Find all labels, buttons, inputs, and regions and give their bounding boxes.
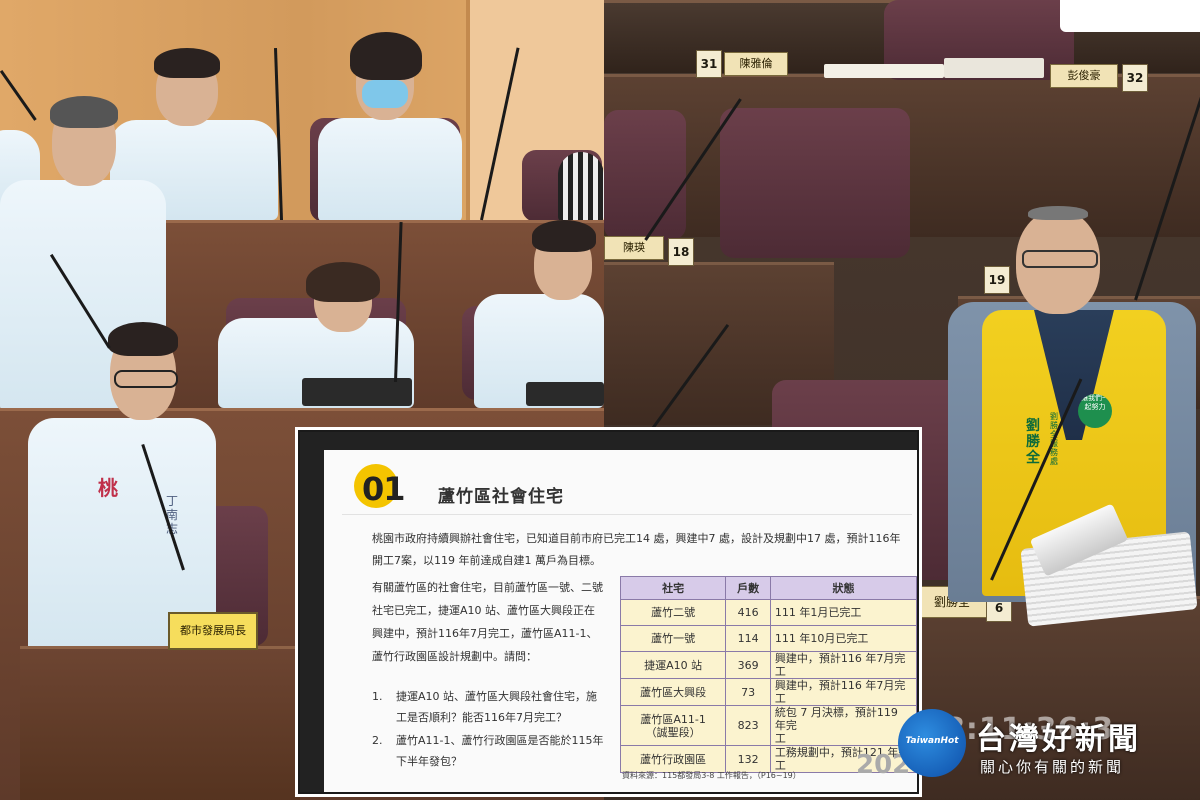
seat-number-plate: 32	[1122, 64, 1148, 92]
slide-top-border	[300, 432, 917, 450]
cell-line: 統包 7 月決標，預計119 年完	[774, 706, 898, 732]
vest-name-text: 劉勝全	[1026, 418, 1040, 466]
table-cell: 823	[725, 705, 771, 746]
person-middle-row-2	[474, 220, 604, 408]
question-text: 蘆竹A11-1、蘆竹行政園區是否能於115年 下半年發包？	[396, 730, 616, 772]
podium	[20, 646, 300, 800]
logo-slogan: 關心你有關的新聞	[980, 758, 1125, 776]
top-right-overlay-bar	[1060, 0, 1200, 32]
table-cell: 興建中，預計116 年7月完工	[769, 651, 918, 679]
table-cell: 捷運A10 站	[619, 651, 727, 679]
question-line: 工是否順利？能否116年7月完工？	[396, 711, 567, 724]
councillor-nameplate: 陳雅倫	[724, 52, 788, 76]
question-number: 2.	[372, 734, 383, 747]
logo-emblem-text: TaiwanHot	[905, 736, 959, 746]
logo-brand-name: 台灣好新聞	[976, 722, 1141, 757]
table-cell: 111 年10月已完工	[769, 625, 918, 652]
slide-intro-paragraph: 桃園市政府持續興辦社會住宅，已知道目前市府已完工14 處，興建中7 處，設計及規…	[372, 532, 901, 567]
slide-question-paragraph: 有關蘆竹區的社會住宅，目前蘆竹區一號、二號社宅已完工，捷運A10 站、蘆竹區大興…	[372, 581, 603, 663]
table-cell: 416	[725, 599, 771, 626]
table-header-row: 社宅 戶數 狀態	[619, 576, 918, 600]
paper-stack	[944, 58, 1044, 78]
slide-left-border	[300, 432, 324, 792]
table-cell: 蘆竹區大興段	[619, 678, 727, 706]
slide-title: 蘆竹區社會住宅	[438, 487, 564, 507]
table-header: 戶數	[725, 576, 771, 600]
seat-number-plate: 31	[696, 50, 722, 78]
table-cell: 114	[725, 625, 771, 652]
councillor-nameplate: 彭俊豪	[1050, 64, 1118, 88]
table-header: 社宅	[619, 576, 727, 600]
chair	[720, 108, 910, 258]
table-cell: 73	[725, 678, 771, 706]
person-speaking-left: 桃 丁南志	[28, 322, 218, 652]
table-row: 捷運A10 站 369 興建中，預計116 年7月完工	[619, 651, 918, 679]
question-text: 捷運A10 站、蘆竹區大興段社會住宅，施 工是否順利？能否116年7月完工？	[396, 686, 616, 728]
councillor-nameplate: 陳瑛	[604, 236, 664, 260]
table-cell: 369	[725, 651, 771, 679]
table-row: 蘆竹區大興段 73 興建中，預計116 年7月完工	[619, 678, 918, 706]
nameplate-official: 都市發展局長	[168, 612, 258, 650]
paper-stack	[824, 64, 944, 78]
table-row: 蘆竹區A11-1 （誠聖段） 823 統包 7 月決標，預計119 年完工	[619, 705, 918, 746]
data-source-note: 資料來源：115都發局3-8 工作報告，（P16~19）	[622, 771, 801, 780]
section-number: 01	[362, 470, 406, 508]
table-header: 狀態	[769, 576, 918, 600]
cell-line: （誠聖段）	[645, 725, 701, 739]
shirt-logo-text: 桃	[98, 476, 118, 500]
laptop	[526, 382, 604, 406]
table-row: 蘆竹二號 416 111 年1月已完工	[619, 599, 918, 626]
slide-divider	[342, 514, 912, 515]
table-cell: 蘆竹區A11-1 （誠聖段）	[619, 705, 727, 746]
question-line: 下半年發包？	[396, 755, 462, 768]
table-cell: 統包 7 月決標，預計119 年完工	[769, 705, 918, 746]
table-cell: 132	[725, 745, 771, 773]
laptop	[302, 378, 412, 406]
table-cell: 111 年1月已完工	[769, 599, 918, 626]
question-number: 1.	[372, 690, 383, 703]
chair	[604, 110, 686, 240]
presentation-slide: 01 蘆竹區社會住宅 桃園市政府持續興辦社會住宅，已知道目前市府已完工14 處，…	[298, 430, 919, 794]
seat-number-plate: 18	[668, 238, 694, 266]
table-row: 蘆竹一號 114 111 年10月已完工	[619, 625, 918, 652]
cell-line: 工	[774, 732, 786, 745]
person-back-row-2	[312, 32, 462, 222]
cell-line: 蘆竹區A11-1	[640, 712, 706, 726]
person-edge-right	[558, 152, 604, 222]
table-cell: 蘆竹一號	[619, 625, 727, 652]
table-cell: 蘆竹二號	[619, 599, 727, 626]
social-housing-table: 社宅 戶數 狀態 蘆竹二號 416 111 年1月已完工 蘆竹一號 114 11…	[619, 576, 918, 773]
table-cell: 蘆竹行政園區	[619, 745, 727, 773]
vest-badge: 讓我們一起努力	[1078, 394, 1112, 428]
question-line: 捷運A10 站、蘆竹區大興段社會住宅，施	[396, 690, 598, 703]
table-cell: 興建中，預計116 年7月完工	[769, 678, 918, 706]
question-line: 蘆竹A11-1、蘆竹行政園區是否能於115年	[396, 734, 604, 747]
